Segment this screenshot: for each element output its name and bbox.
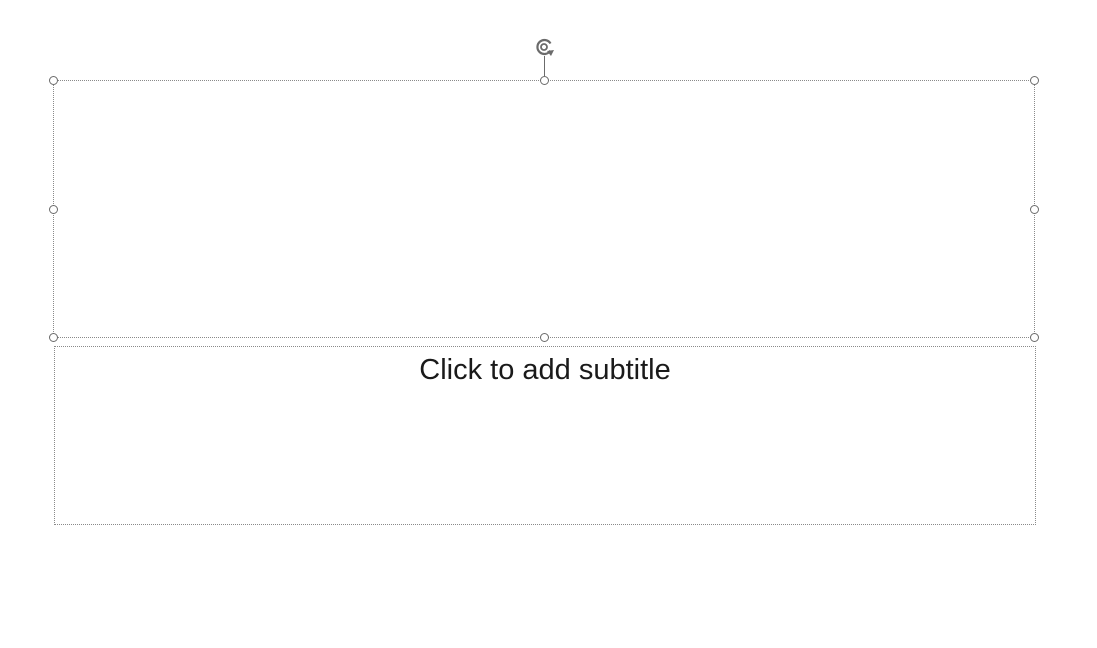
subtitle-placeholder-text: Click to add subtitle <box>419 354 671 386</box>
resize-handle-middle-left[interactable] <box>48 204 58 214</box>
resize-handle-middle-right[interactable] <box>1029 204 1039 214</box>
title-placeholder[interactable] <box>53 80 1035 338</box>
resize-handle-bottom-center[interactable] <box>539 332 549 342</box>
resize-handle-bottom-right[interactable] <box>1029 332 1039 342</box>
resize-handle-top-right[interactable] <box>1029 75 1039 85</box>
resize-handle-top-center[interactable] <box>539 75 549 85</box>
rotate-handle-icon[interactable] <box>532 35 558 61</box>
resize-handle-bottom-left[interactable] <box>48 332 58 342</box>
subtitle-placeholder[interactable]: Click to add subtitle <box>54 346 1036 525</box>
slide-canvas[interactable]: Click to add subtitle <box>0 0 1097 648</box>
resize-handle-top-left[interactable] <box>48 75 58 85</box>
